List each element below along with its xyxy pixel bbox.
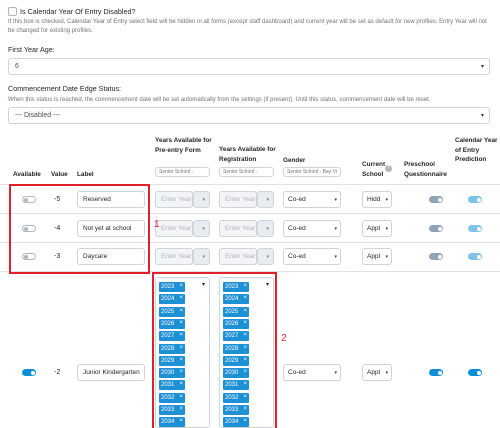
calendar-year-disabled-checkbox[interactable]: [8, 7, 17, 16]
calendar-year-toggle[interactable]: [468, 225, 482, 232]
years-preentry-dropdown: ▾: [193, 248, 210, 265]
years-preentry-input: Enter Year: [155, 248, 193, 265]
first-year-age-value: 6: [15, 63, 19, 70]
years-preentry-dropdown: ▾: [193, 191, 210, 208]
calendar-year-disabled-label: Is Calendar Year Of Entry Disabled?: [20, 7, 136, 16]
calendar-year-toggle[interactable]: [468, 369, 482, 376]
annotation-label-2: 2: [281, 333, 287, 344]
commencement-label: Commencement Date Edge Status:: [8, 84, 122, 93]
calendar-year-help: If this box is checked, Calendar Year of…: [8, 19, 487, 34]
years-preentry-dropdown: ▾: [193, 220, 210, 237]
current-school-select[interactable]: Appl ▾: [362, 220, 392, 237]
commencement-select[interactable]: --- Disabled --- ▾: [8, 107, 490, 124]
annotation-box-2: [152, 272, 277, 428]
years-registration-input: Enter Year: [219, 220, 257, 237]
chevron-down-icon: ▾: [480, 64, 484, 70]
annotation-box-1: [9, 184, 150, 274]
header-current-school: Current School: [362, 161, 386, 178]
header-years-preentry: Years Available for Pre-entry Form: [155, 137, 212, 154]
header-available: Available: [13, 171, 41, 178]
gender-school-filter[interactable]: Senior School - Bay Vi: [283, 167, 341, 177]
years-registration-input: Enter Year: [219, 248, 257, 265]
info-icon: ?: [385, 165, 392, 172]
current-school-select[interactable]: Appl ▾: [362, 248, 392, 265]
registration-school-filter[interactable]: Senior School -: [219, 167, 274, 177]
row-value: -2: [54, 369, 61, 376]
row-label-input[interactable]: Junior Kindergarten: [77, 364, 145, 381]
preentry-school-filter[interactable]: Senior School -: [155, 167, 210, 177]
years-registration-dropdown: ▾: [257, 191, 274, 208]
preschool-toggle[interactable]: [429, 369, 443, 376]
current-school-select[interactable]: Hidd ▾: [362, 191, 392, 208]
commencement-help: When this status is reached, the commenc…: [8, 97, 431, 103]
current-school-select[interactable]: Appl ▾: [362, 364, 392, 381]
first-year-age-select[interactable]: 6 ▾: [8, 58, 490, 75]
header-years-registration: Years Available for Registration: [219, 146, 276, 163]
preschool-toggle[interactable]: [429, 225, 443, 232]
years-preentry-input: Enter Year: [155, 191, 193, 208]
years-preentry-input: Enter Year: [155, 220, 193, 237]
gender-select[interactable]: Co-ed ▾: [283, 364, 341, 381]
header-gender: Gender: [283, 157, 306, 164]
header-calendar-year: Calendar Year of Entry Prediction: [455, 137, 498, 163]
gender-select[interactable]: Co-ed ▾: [283, 248, 341, 265]
gender-select[interactable]: Co-ed ▾: [283, 191, 341, 208]
annotation-label-1: 1: [154, 219, 160, 230]
gender-select[interactable]: Co-ed ▾: [283, 220, 341, 237]
years-registration-dropdown: ▾: [257, 220, 274, 237]
years-registration-dropdown: ▾: [257, 248, 274, 265]
preschool-toggle[interactable]: [429, 196, 443, 203]
header-preschool: Preschool Questionnaire: [404, 161, 447, 178]
chevron-down-icon: ▾: [480, 113, 484, 119]
calendar-year-toggle[interactable]: [468, 196, 482, 203]
calendar-year-toggle[interactable]: [468, 253, 482, 260]
first-year-age-label: First Year Age:: [8, 45, 55, 54]
years-registration-input: Enter Year: [219, 191, 257, 208]
header-value: Value: [51, 171, 68, 178]
commencement-value: --- Disabled ---: [15, 112, 61, 119]
header-label: Label: [77, 171, 94, 178]
preschool-toggle[interactable]: [429, 253, 443, 260]
available-toggle-row-minus2[interactable]: [22, 369, 36, 376]
